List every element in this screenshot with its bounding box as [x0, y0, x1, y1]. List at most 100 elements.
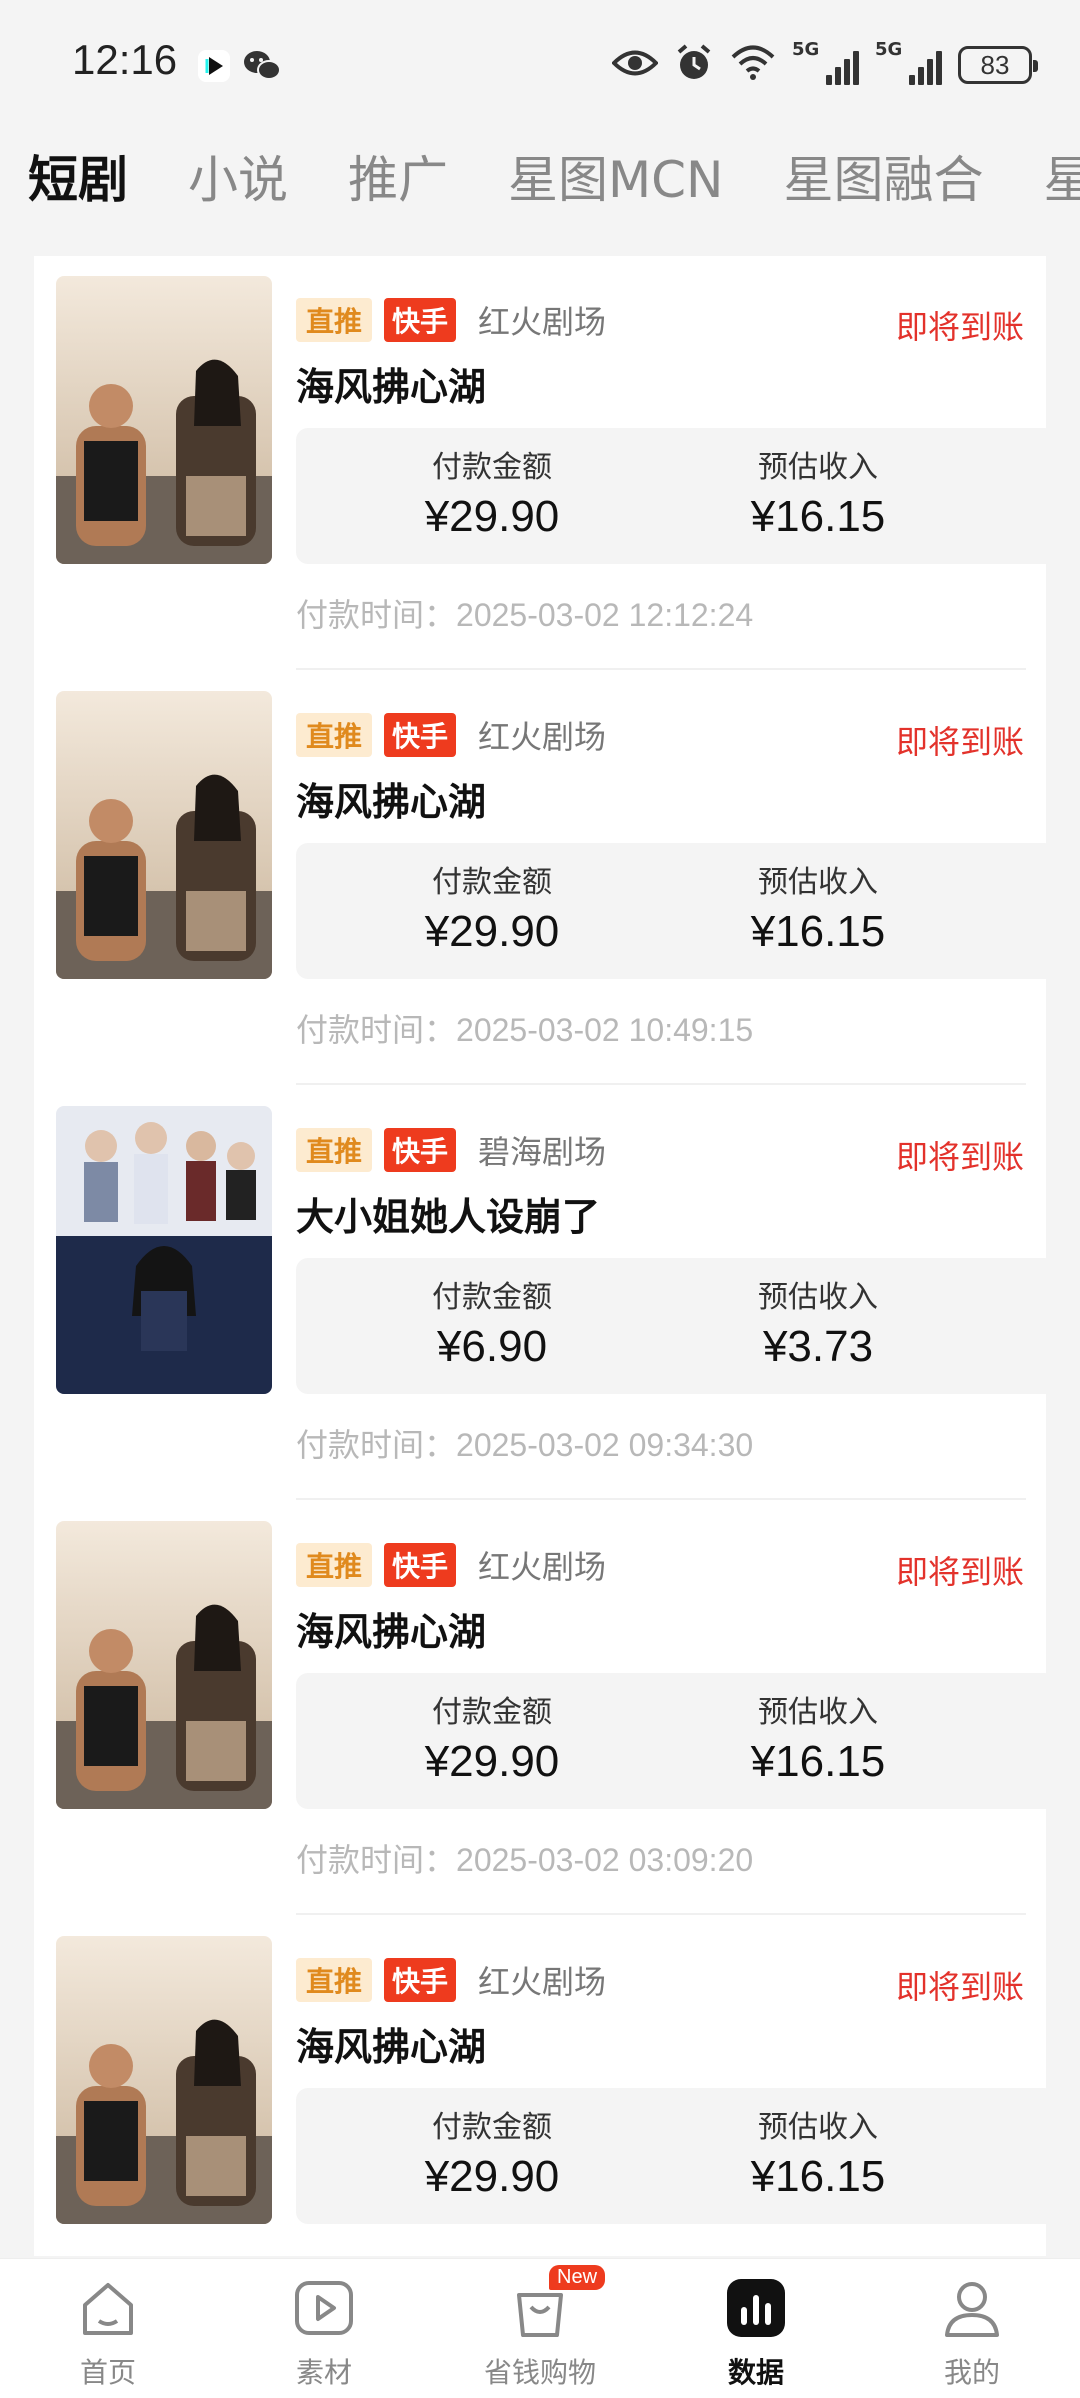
category-tabs: 短剧 小说 推广 星图MCN 星图融合星: [28, 136, 1080, 216]
divider: [296, 1083, 1026, 1085]
theatre-name: 碧海剧场: [478, 1133, 607, 1171]
new-badge: New: [549, 2265, 606, 2290]
alarm-icon: [674, 43, 714, 87]
theatre-name: 红火剧场: [478, 718, 607, 756]
order-card[interactable]: 直推 快手 红火剧场 即将到账 海风拂心湖 付款金额 ¥29.90 预估收入 ¥…: [34, 1916, 1046, 2256]
est-income-label: 预估收入: [758, 1280, 878, 1315]
nav-home[interactable]: 首页: [18, 2273, 198, 2391]
wifi-icon: [730, 44, 776, 86]
amount-box: 付款金额 ¥6.90 预估收入 ¥3.73: [296, 1258, 1046, 1394]
status-label: 即将到账: [895, 723, 1024, 761]
drama-title: 海风拂心湖: [296, 365, 487, 409]
amount-box: 付款金额 ¥29.90 预估收入 ¥16.15: [296, 2088, 1046, 2224]
tab-1[interactable]: 小说: [188, 140, 288, 212]
drama-poster[interactable]: [56, 1106, 272, 1394]
amount-box: 付款金额 ¥29.90 预估收入 ¥16.15: [296, 1673, 1046, 1809]
direct-badge: 直推: [296, 1128, 373, 1172]
direct-badge: 直推: [296, 713, 373, 757]
pay-amount-label: 付款金额: [432, 1695, 552, 1730]
nav-shopping-bag[interactable]: New 省钱购物: [450, 2265, 630, 2391]
direct-badge: 直推: [296, 1958, 373, 2002]
theatre-name: 红火剧场: [478, 1548, 607, 1586]
platform-badge: 快手: [384, 713, 457, 757]
divider: [296, 1913, 1026, 1915]
drama-title: 大小姐她人设崩了: [296, 1195, 601, 1239]
nav-label: 我的: [943, 2356, 1000, 2389]
order-list: 直推 快手 红火剧场 即将到账 海风拂心湖 付款金额 ¥29.90 预估收入 ¥…: [34, 256, 1046, 2256]
pay-amount-value: ¥29.90: [424, 907, 560, 956]
pay-amount-value: ¥29.90: [424, 1737, 560, 1786]
est-income-value: ¥16.15: [750, 2152, 886, 2201]
nav-chart[interactable]: 数据: [666, 2273, 846, 2391]
pay-amount-value: ¥29.90: [424, 2152, 560, 2201]
status-bar: 12:16 5G 5G 83: [0, 0, 1080, 130]
platform-badge: 快手: [384, 1543, 457, 1587]
status-label: 即将到账: [895, 1138, 1024, 1176]
est-income-label: 预估收入: [758, 2110, 878, 2145]
theatre-name: 红火剧场: [478, 303, 607, 341]
pay-amount-label: 付款金额: [432, 1280, 552, 1315]
pay-amount-value: ¥6.90: [436, 1322, 548, 1371]
signal-icon: 5G: [792, 39, 859, 85]
drama-poster[interactable]: [56, 691, 272, 979]
est-income-label: 预估收入: [758, 865, 878, 900]
pay-amount-label: 付款金额: [432, 2110, 552, 2145]
drama-title: 海风拂心湖: [296, 2025, 487, 2069]
est-income-value: ¥16.15: [750, 492, 886, 541]
platform-badge: 快手: [384, 1128, 457, 1172]
drama-poster[interactable]: [56, 1521, 272, 1809]
status-label: 即将到账: [895, 1553, 1024, 1591]
order-card[interactable]: 直推 快手 红火剧场 即将到账 海风拂心湖 付款金额 ¥29.90 预估收入 ¥…: [34, 1501, 1046, 1916]
divider: [296, 668, 1026, 670]
nav-label: 数据: [727, 2356, 784, 2389]
pay-time: 付款时间：2025-03-02 03:09:20: [296, 1841, 754, 1879]
home-icon: [73, 2273, 143, 2343]
est-income-label: 预估收入: [758, 450, 878, 485]
signal-icon: 5G: [875, 39, 942, 85]
divider: [296, 1498, 1026, 1500]
tab-0[interactable]: 短剧: [28, 140, 128, 212]
douyin-icon: [196, 48, 232, 84]
order-card[interactable]: 直推 快手 红火剧场 即将到账 海风拂心湖 付款金额 ¥29.90 预估收入 ¥…: [34, 256, 1046, 671]
status-time: 12:16: [72, 36, 178, 83]
amount-box: 付款金额 ¥29.90 预估收入 ¥16.15: [296, 843, 1046, 979]
drama-title: 海风拂心湖: [296, 780, 487, 824]
nav-label: 省钱购物: [483, 2356, 596, 2389]
battery-icon: 83: [958, 46, 1038, 84]
nav-play[interactable]: 素材: [234, 2273, 414, 2391]
drama-poster[interactable]: [56, 1936, 272, 2224]
tab-5[interactable]: 星: [1043, 140, 1080, 212]
eye-icon: [611, 48, 659, 82]
status-label: 即将到账: [895, 1968, 1024, 2006]
platform-badge: 快手: [384, 298, 457, 342]
theatre-name: 红火剧场: [478, 1963, 607, 2001]
est-income-label: 预估收入: [758, 1695, 878, 1730]
nav-profile[interactable]: 我的: [882, 2273, 1062, 2391]
pay-time: 付款时间：2025-03-02 10:49:15: [296, 1011, 754, 1049]
chart-icon: [721, 2273, 791, 2343]
est-income-value: ¥3.73: [762, 1322, 874, 1371]
est-income-value: ¥16.15: [750, 1737, 886, 1786]
tab-3[interactable]: 星图MCN: [508, 140, 723, 212]
tab-4[interactable]: 星图融合: [783, 140, 983, 212]
platform-badge: 快手: [384, 1958, 457, 2002]
shopping-bag-icon: New: [505, 2265, 606, 2343]
nav-label: 素材: [295, 2356, 352, 2389]
pay-amount-label: 付款金额: [432, 865, 552, 900]
drama-title: 海风拂心湖: [296, 1610, 487, 1654]
nav-label: 首页: [79, 2356, 136, 2389]
play-icon: [289, 2273, 359, 2343]
pay-time: 付款时间：2025-03-02 09:34:30: [296, 1426, 754, 1464]
pay-time: 付款时间：2025-03-02 12:12:24: [296, 596, 754, 634]
pay-amount-value: ¥29.90: [424, 492, 560, 541]
profile-icon: [937, 2273, 1007, 2343]
direct-badge: 直推: [296, 1543, 373, 1587]
drama-poster[interactable]: [56, 276, 272, 564]
order-card[interactable]: 直推 快手 红火剧场 即将到账 海风拂心湖 付款金额 ¥29.90 预估收入 ¥…: [34, 671, 1046, 1086]
status-label: 即将到账: [895, 308, 1024, 346]
direct-badge: 直推: [296, 298, 373, 342]
tab-2[interactable]: 推广: [348, 140, 448, 212]
order-card[interactable]: 直推 快手 碧海剧场 即将到账 大小姐她人设崩了 付款金额 ¥6.90 预估收入…: [34, 1086, 1046, 1501]
pay-amount-label: 付款金额: [432, 450, 552, 485]
wechat-icon: [242, 48, 281, 84]
